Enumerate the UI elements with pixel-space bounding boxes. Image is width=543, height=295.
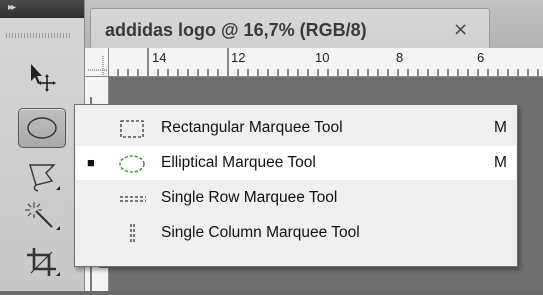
ruler-origin[interactable]: [85, 48, 109, 77]
document-tab[interactable]: addidas logo @ 16,7% (RGB/8) ×: [90, 8, 490, 49]
magic-wand-tool-button[interactable]: [18, 196, 66, 236]
document-tab-title: addidas logo @ 16,7% (RGB/8): [105, 20, 367, 40]
collapse-panel-icon[interactable]: ▸▸: [8, 2, 16, 13]
rectangular-marquee-icon: [120, 120, 144, 138]
tool-group-indicator: [56, 186, 60, 190]
crop-tool-button[interactable]: [18, 242, 66, 282]
menu-item-single-column-marquee[interactable]: Single Column Marquee Tool: [76, 216, 516, 250]
elliptical-marquee-tool-button[interactable]: [18, 108, 66, 148]
menu-item-label: Single Row Marquee Tool: [161, 189, 338, 206]
menu-item-label: Elliptical Marquee Tool: [161, 154, 316, 171]
ruler-label: 10: [315, 50, 330, 65]
single-column-marquee-icon: [130, 224, 135, 244]
move-tool-button[interactable]: [18, 56, 66, 96]
ruler-label: 12: [231, 50, 246, 65]
tools-panel: ▸▸: [0, 0, 85, 291]
elliptical-marquee-icon: [27, 117, 57, 139]
ruler-label: 8: [396, 50, 404, 65]
ruler-label: 14: [152, 50, 167, 65]
move-icon: [31, 64, 56, 92]
menu-item-shortcut: M: [494, 154, 507, 171]
menu-item-elliptical-marquee[interactable]: ■ Elliptical Marquee Tool M: [76, 146, 516, 180]
menu-item-shortcut: M: [494, 119, 507, 136]
marquee-tool-flyout: Rectangular Marquee Tool M ■ Elliptical …: [74, 104, 518, 267]
horizontal-ruler[interactable]: 14 12 10 8 6: [109, 48, 543, 77]
lasso-tool-button[interactable]: [18, 156, 66, 196]
document-tab-bar: addidas logo @ 16,7% (RGB/8) ×: [85, 0, 543, 49]
panel-grip[interactable]: [6, 33, 72, 38]
ruler-label: 6: [477, 50, 485, 65]
single-row-marquee-icon: [120, 196, 146, 202]
menu-item-label: Rectangular Marquee Tool: [161, 119, 343, 136]
tool-group-indicator: [56, 226, 60, 230]
elliptical-marquee-icon: [119, 155, 145, 173]
tools-panel-header[interactable]: ▸▸: [0, 0, 84, 18]
close-tab-icon[interactable]: ×: [453, 19, 468, 40]
tool-group-indicator: [56, 272, 60, 276]
menu-item-rectangular-marquee[interactable]: Rectangular Marquee Tool M: [76, 111, 516, 145]
selected-indicator: ■: [87, 155, 95, 170]
menu-item-label: Single Column Marquee Tool: [161, 224, 360, 241]
menu-item-single-row-marquee[interactable]: Single Row Marquee Tool: [76, 181, 516, 215]
